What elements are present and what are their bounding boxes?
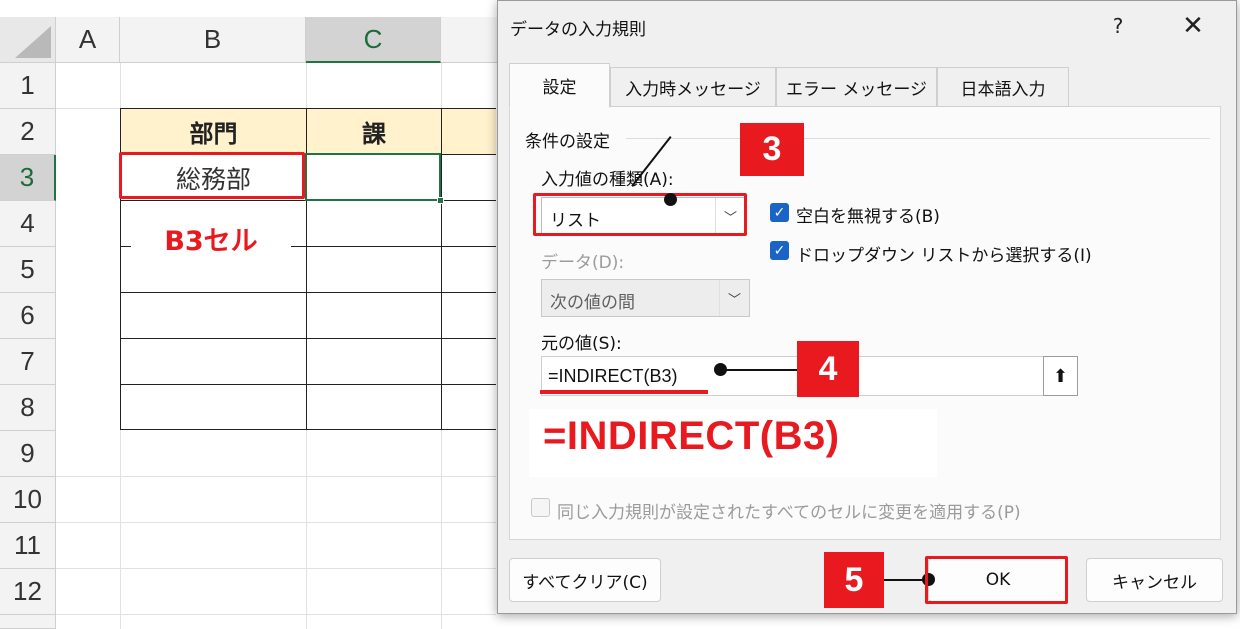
- row-header-12[interactable]: 12: [0, 569, 56, 615]
- table-line: [120, 292, 496, 293]
- row-header-11[interactable]: 11: [0, 523, 56, 569]
- row-header-1[interactable]: 1: [0, 63, 56, 109]
- step3-callout: 3: [740, 123, 804, 176]
- check-icon: ✓: [773, 242, 786, 259]
- group-divider: [626, 138, 1210, 139]
- step4-callout: 4: [797, 341, 859, 397]
- fill-handle[interactable]: [437, 197, 444, 204]
- tab-ime-mode[interactable]: 日本語入力: [937, 67, 1069, 107]
- apply-to-all-label: 同じ入力規則が設定されたすべてのセルに変更を適用する(P): [557, 503, 1021, 523]
- table-line: [120, 338, 496, 339]
- gridline: [56, 522, 496, 523]
- column-header-c[interactable]: C: [306, 17, 441, 63]
- clear-all-button[interactable]: すべてクリア(C): [509, 558, 661, 602]
- tab-input-message[interactable]: 入力時メッセージ: [610, 67, 776, 107]
- table-line: [120, 384, 496, 385]
- step5-callout: 5: [824, 552, 884, 608]
- gridline: [56, 614, 496, 615]
- row-header-4[interactable]: 4: [0, 201, 56, 247]
- row-header-6[interactable]: 6: [0, 293, 56, 339]
- validation-criteria-heading: 条件の設定: [525, 132, 610, 152]
- column-header-b[interactable]: B: [120, 17, 306, 63]
- ignore-blank-label: 空白を無視する(B): [796, 207, 940, 227]
- row-header-13[interactable]: [0, 615, 56, 629]
- apply-to-all-checkbox: [531, 498, 550, 517]
- table-line: [441, 108, 442, 430]
- chevron-down-icon: ﹀: [719, 280, 749, 316]
- collapse-up-arrow-icon: ⬆: [1052, 365, 1069, 387]
- data-operator-value: 次の値の間: [550, 293, 635, 313]
- row-header-10[interactable]: 10: [0, 477, 56, 523]
- ignore-blank-checkbox[interactable]: ✓: [770, 203, 789, 222]
- allow-type-highlight: [533, 193, 747, 236]
- b3-cell-annotation: B3セル: [164, 225, 258, 257]
- step3-anchor-dot: [664, 193, 677, 206]
- dialog-title: データの入力規則: [510, 20, 646, 40]
- gridline: [56, 476, 496, 477]
- source-underline: [540, 390, 708, 394]
- source-label: 元の値(S):: [541, 334, 622, 354]
- collapse-dialog-button[interactable]: ⬆: [1043, 356, 1078, 396]
- data-validation-dialog: データの入力規則 ? ✕ 設定 入力時メッセージ エラー メッセージ 日本語入力…: [497, 0, 1237, 614]
- formula-annotation: =INDIRECT(B3): [543, 414, 840, 458]
- row-header-9[interactable]: 9: [0, 431, 56, 477]
- row-header-2[interactable]: 2: [0, 109, 56, 155]
- close-button[interactable]: ✕: [1168, 5, 1218, 47]
- in-cell-dropdown-label: ドロップダウン リストから選択する(I): [796, 246, 1092, 266]
- check-icon: ✓: [773, 204, 786, 221]
- row-header-3[interactable]: 3: [0, 155, 56, 201]
- select-all-corner[interactable]: [0, 17, 56, 63]
- allow-type-label: 入力値の種類(A):: [541, 170, 674, 190]
- cancel-button[interactable]: キャンセル: [1086, 558, 1223, 602]
- row-header-7[interactable]: 7: [0, 339, 56, 385]
- tab-error-message[interactable]: エラー メッセージ: [776, 67, 937, 107]
- data-operator-label: データ(D):: [541, 253, 625, 273]
- in-cell-dropdown-checkbox[interactable]: ✓: [770, 241, 789, 260]
- tab-settings[interactable]: 設定: [509, 63, 610, 108]
- ok-button-highlight: [925, 556, 1068, 604]
- row-header-5[interactable]: 5: [0, 247, 56, 293]
- help-button[interactable]: ?: [1098, 7, 1138, 45]
- cell-c3-selected[interactable]: [305, 153, 441, 201]
- gridline: [56, 568, 496, 569]
- row-header-8[interactable]: 8: [0, 385, 56, 431]
- data-operator-dropdown: 次の値の間 ﹀: [541, 279, 750, 317]
- column-header-d[interactable]: [441, 17, 501, 63]
- step4-connector: [726, 369, 798, 371]
- b3-highlight-box: [119, 152, 305, 199]
- column-header-a[interactable]: A: [56, 17, 120, 63]
- source-value: =INDIRECT(B3): [548, 366, 678, 386]
